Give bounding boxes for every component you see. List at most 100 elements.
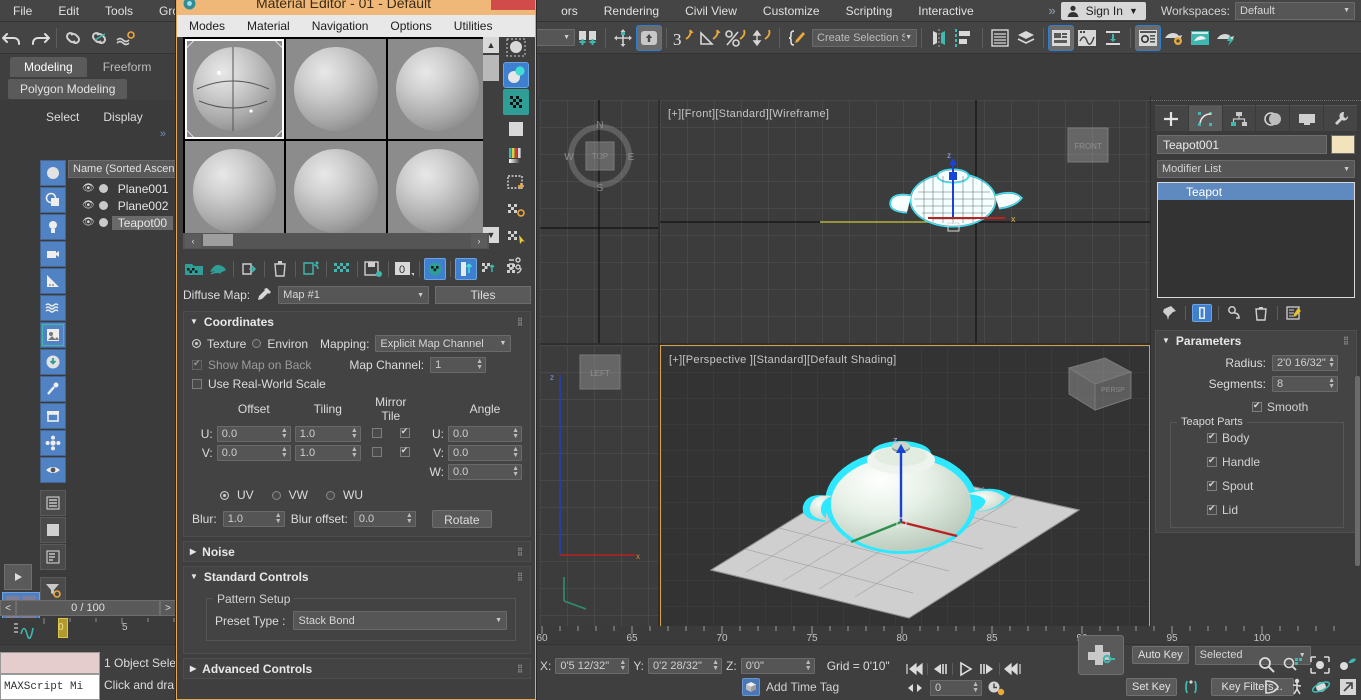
filter-geometry-icon[interactable]	[40, 160, 66, 186]
ribbon-tab-modeling[interactable]: Modeling	[10, 57, 87, 77]
uv-radio[interactable]	[220, 490, 229, 500]
filter-visible-icon[interactable]	[40, 457, 66, 483]
advanced-controls-rollup-header[interactable]: ▶ Advanced Controls ⣿	[184, 659, 530, 678]
viewport-front[interactable]: [+][Front][Standard][Wireframe] x z FRON…	[660, 100, 1150, 343]
spinner-arrows-icon[interactable]: ▲ ▼	[476, 358, 483, 371]
select-and-uniform-scale-icon[interactable]	[697, 25, 723, 51]
sample-slot[interactable]	[387, 141, 487, 241]
reset-map-icon[interactable]	[238, 258, 260, 280]
schematic-view-icon[interactable]	[1100, 25, 1126, 51]
u-offset-spinner[interactable]: 0.0 ▲ ▼	[216, 426, 291, 442]
filter-groups-icon[interactable]	[40, 322, 66, 348]
spinner-arrows-icon[interactable]: ▲ ▼	[281, 446, 288, 459]
explorer-list-view-icon[interactable]	[40, 490, 66, 516]
tab-modify[interactable]	[1188, 105, 1222, 131]
orbit-icon[interactable]	[1312, 678, 1332, 696]
modifier-stack[interactable]: Teapot	[1157, 182, 1355, 298]
v-tile-checkbox[interactable]	[399, 445, 410, 457]
spinner-arrows-icon[interactable]: ▲ ▼	[351, 427, 358, 440]
x-field[interactable]: 0'5 12/32" ▲ ▼	[555, 658, 630, 674]
expand-panel-button[interactable]	[4, 564, 32, 590]
tab-display[interactable]	[1290, 105, 1324, 131]
smooth-checkbox[interactable]	[1252, 400, 1262, 412]
filter-containers-icon[interactable]	[40, 403, 66, 429]
select-and-place-icon[interactable]	[636, 24, 662, 51]
visibility-eye-icon[interactable]: 👁	[82, 183, 95, 194]
show-end-result-icon[interactable]	[1192, 304, 1212, 322]
mirror-icon[interactable]	[926, 25, 952, 51]
set-key-filters-toggle-icon[interactable]	[1183, 678, 1205, 696]
filter-space-warps-icon[interactable]	[40, 295, 66, 321]
freeze-dot-icon[interactable]	[98, 184, 108, 193]
menu-item-interactive[interactable]: Interactive	[905, 0, 986, 22]
tab-create[interactable]	[1155, 105, 1188, 131]
filter-bones-icon[interactable]	[40, 376, 66, 402]
zoom-all-icon[interactable]	[1283, 656, 1303, 674]
spinner-arrows-icon[interactable]: ▲ ▼	[619, 659, 626, 672]
u-mirror-checkbox[interactable]	[371, 428, 382, 438]
redo-icon[interactable]	[26, 25, 52, 51]
maxscript-pink-field[interactable]	[0, 652, 100, 674]
menu-item-customize[interactable]: Customize	[750, 0, 833, 22]
show-map-in-viewport-icon[interactable]	[424, 258, 446, 280]
me-menu-modes[interactable]: Modes	[189, 19, 225, 33]
toggle-scene-explorer-icon[interactable]	[987, 25, 1013, 51]
sample-slot[interactable]	[387, 39, 487, 139]
u-tile-checkbox[interactable]	[399, 426, 410, 438]
select-by-material-icon[interactable]	[503, 224, 529, 250]
go-to-parent-icon[interactable]	[479, 258, 501, 280]
close-icon[interactable]	[491, 0, 535, 10]
spinner-arrows-icon[interactable]: ▲ ▼	[406, 512, 413, 525]
v-angle-spinner[interactable]: 0.0 ▲ ▼	[448, 445, 522, 461]
remove-modifier-icon[interactable]	[1251, 304, 1271, 322]
viewport-top[interactable]: TOP N E S W	[540, 100, 658, 343]
material-id-icon[interactable]: 0	[393, 258, 415, 280]
sample-slot[interactable]	[286, 39, 386, 139]
select-and-move-icon[interactable]	[610, 25, 636, 51]
menu-overflow-chevron-icon[interactable]: »	[1048, 3, 1055, 18]
add-time-tag-area[interactable]: Add Time Tag	[742, 678, 839, 696]
spinner-arrows-icon[interactable]: ▲ ▼	[1328, 356, 1335, 369]
me-menu-navigation[interactable]: Navigation	[312, 19, 369, 33]
modifier-stack-item[interactable]: Teapot	[1158, 183, 1354, 200]
spinner-arrows-icon[interactable]: ▲ ▼	[351, 446, 358, 459]
filter-cameras-icon[interactable]	[40, 241, 66, 267]
sample-type-icon[interactable]	[503, 35, 529, 61]
next-frame-icon[interactable]	[979, 662, 995, 676]
rotate-button[interactable]: Rotate	[431, 510, 492, 528]
wu-radio[interactable]	[326, 490, 336, 500]
mapping-select[interactable]: Explicit Map Channel ▼	[375, 335, 512, 352]
video-color-check-icon[interactable]	[503, 143, 529, 169]
toggle-layer-explorer-icon[interactable]	[1013, 25, 1039, 51]
list-item[interactable]: 👁 Plane002	[68, 197, 176, 214]
vw-radio[interactable]	[271, 490, 281, 500]
delete-material-icon[interactable]	[269, 258, 291, 280]
lid-checkbox[interactable]	[1207, 503, 1217, 515]
make-unique-icon[interactable]	[1225, 304, 1245, 322]
select-and-link-icon[interactable]	[61, 25, 87, 51]
coordinates-rollup-header[interactable]: ▼ Coordinates ⣿	[184, 312, 530, 331]
sample-slot-hscroll[interactable]: ‹ ›	[183, 233, 489, 249]
prev-frame-button[interactable]: <	[0, 600, 16, 616]
ribbon-panel-polygon-modeling[interactable]: Polygon Modeling	[8, 79, 128, 99]
unlink-selection-icon[interactable]	[87, 25, 113, 51]
select-and-rotate-icon[interactable]: 3	[671, 25, 697, 51]
explorer-menu-select[interactable]: Select	[46, 110, 79, 124]
auto-key-button[interactable]: Auto Key	[1132, 646, 1189, 664]
previous-frame-icon[interactable]	[932, 662, 948, 676]
spinner-arrows-icon[interactable]: ▲ ▼	[972, 681, 979, 694]
blur-offset-spinner[interactable]: 0.0 ▲ ▼	[353, 511, 416, 527]
track-bar-left[interactable]: 0 5	[0, 618, 176, 642]
make-preview-icon[interactable]	[503, 170, 529, 196]
visibility-eye-icon[interactable]: 👁	[82, 217, 95, 228]
spinner-arrows-icon[interactable]: ▲ ▼	[512, 427, 519, 440]
frame-field[interactable]: 0 / 100	[16, 600, 160, 616]
get-material-icon[interactable]	[183, 258, 205, 280]
sample-slot[interactable]	[185, 141, 285, 241]
curve-editor-icon[interactable]	[1074, 25, 1100, 51]
background-checker-icon[interactable]	[503, 89, 529, 115]
undo-icon[interactable]	[0, 25, 26, 51]
material-editor-dialog[interactable]: Material Editor - 01 - Default Modes Mat…	[176, 0, 536, 700]
filter-shapes-icon[interactable]	[40, 187, 66, 213]
spinner-arrows-icon[interactable]: ▲ ▼	[512, 465, 519, 478]
